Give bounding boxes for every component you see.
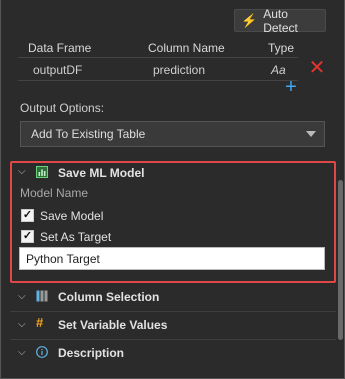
add-plus-icon[interactable]: +	[281, 77, 301, 97]
output-options-value: Add To Existing Table	[31, 127, 146, 141]
header-column-name: Column Name	[148, 41, 225, 55]
section-title-column-selection[interactable]: Column Selection	[58, 290, 159, 304]
chevron-down-icon[interactable]: ⌵	[18, 291, 26, 302]
row-divider	[18, 80, 298, 81]
cell-type[interactable]: Aa	[271, 63, 286, 77]
cell-column-name[interactable]: prediction	[153, 63, 205, 77]
hash-variable-icon: #	[36, 315, 44, 330]
lightning-bolt-icon: ⚡	[241, 12, 258, 28]
chevron-down-icon[interactable]: ⌵	[18, 347, 26, 358]
save-model-checkbox[interactable]: ✓	[21, 209, 34, 222]
info-circle-icon	[36, 346, 48, 358]
table-divider	[18, 57, 298, 58]
section-title-set-variable-values[interactable]: Set Variable Values	[58, 318, 167, 332]
chevron-down-icon	[306, 131, 316, 137]
delete-x-icon[interactable]: ✕	[307, 58, 327, 78]
auto-detect-label: Auto Detect	[263, 6, 298, 35]
section-divider	[10, 311, 336, 312]
section-title-description[interactable]: Description	[58, 346, 124, 360]
set-as-target-label: Set As Target	[40, 230, 112, 244]
output-options-label: Output Options:	[20, 101, 105, 115]
output-options-select[interactable]: Add To Existing Table	[20, 121, 325, 147]
scrollbar[interactable]	[338, 180, 343, 340]
header-type: Type	[268, 41, 295, 55]
auto-detect-button[interactable]: ⚡ Auto Detect	[234, 6, 326, 35]
chevron-down-icon[interactable]: ⌵	[18, 166, 26, 177]
section-divider	[10, 339, 336, 340]
ml-model-icon	[36, 166, 48, 178]
cell-data-frame[interactable]: outputDF	[33, 63, 82, 77]
header-data-frame: Data Frame	[28, 41, 92, 55]
model-name-label: Model Name	[20, 186, 89, 200]
section-title-save-ml-model[interactable]: Save ML Model	[58, 166, 144, 180]
set-as-target-checkbox[interactable]: ✓	[21, 230, 34, 243]
columns-icon	[36, 290, 48, 302]
target-name-input[interactable]	[19, 247, 325, 270]
chevron-down-icon[interactable]: ⌵	[18, 319, 26, 330]
save-model-label: Save Model	[40, 209, 104, 223]
